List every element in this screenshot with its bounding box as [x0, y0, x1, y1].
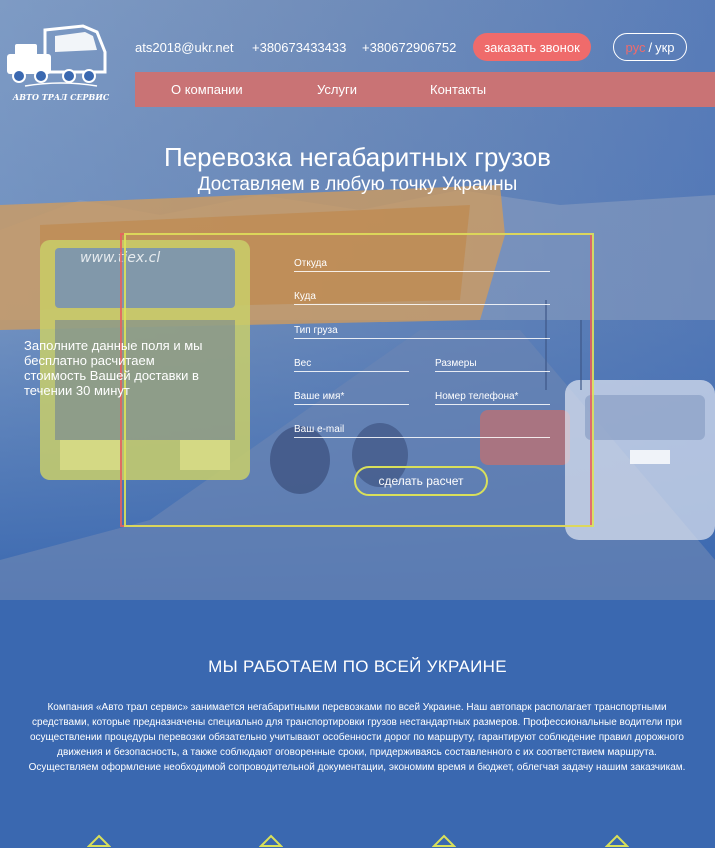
cargo-type-field-label: Тип груза: [294, 325, 338, 336]
company-logo[interactable]: АВТО ТРАЛ СЕРВИС: [5, 22, 117, 110]
main-navigation: О компании Услуги Контакты: [135, 72, 715, 107]
dimensions-field-label: Размеры: [435, 358, 477, 369]
dimensions-field[interactable]: Размеры: [435, 353, 550, 372]
nav-item-services[interactable]: Услуги: [317, 82, 357, 97]
lang-ru-link[interactable]: рус: [626, 40, 646, 55]
feature-diamond-icon-4: [605, 834, 629, 847]
feature-diamond-icon-3: [432, 834, 456, 847]
nav-item-contacts[interactable]: Контакты: [430, 82, 486, 97]
language-switcher: рус / укр: [613, 33, 687, 61]
callback-button[interactable]: заказать звонок: [473, 33, 591, 61]
feature-diamond-icon-2: [259, 834, 283, 847]
to-field-label: Куда: [294, 291, 316, 302]
form-intro-text: Заполните данные поля и мы бесплатно рас…: [24, 338, 203, 398]
lang-separator: /: [648, 39, 653, 55]
email-field[interactable]: Ваш e-mail: [294, 419, 550, 438]
weight-field[interactable]: Вес: [294, 353, 409, 372]
lang-uk-link[interactable]: укр: [655, 40, 674, 55]
email-field-label: Ваш e-mail: [294, 424, 345, 435]
hero-subtitle: Доставляем в любую точку Украины: [197, 174, 518, 195]
hero-title: Перевозка негабаритных грузов: [164, 142, 551, 172]
logo-caption: АВТО ТРАЛ СЕРВИС: [12, 92, 110, 102]
phone-link-2[interactable]: +380672906752: [362, 40, 456, 55]
phone-field-label: Номер телефона*: [435, 391, 519, 402]
nav-item-about[interactable]: О компании: [171, 82, 243, 97]
phone-link-1[interactable]: +380673433433: [252, 40, 346, 55]
name-field-label: Ваше имя*: [294, 391, 345, 402]
about-text: Компания «Авто трал сервис» занимается н…: [28, 702, 686, 773]
feature-diamond-icon-1: [87, 834, 111, 847]
email-link[interactable]: ats2018@ukr.net: [135, 40, 233, 55]
calculate-button[interactable]: сделать расчет: [354, 466, 488, 496]
weight-field-label: Вес: [294, 358, 312, 369]
truck-logo-icon: АВТО ТРАЛ СЕРВИС: [7, 24, 110, 102]
phone-field[interactable]: Номер телефона*: [435, 386, 550, 405]
name-field[interactable]: Ваше имя*: [294, 386, 409, 405]
from-field[interactable]: Откуда: [294, 253, 550, 272]
from-field-label: Откуда: [294, 258, 327, 269]
cargo-type-field[interactable]: Тип груза: [294, 320, 550, 339]
about-title: МЫ РАБОТАЕМ ПО ВСЕЙ УКРАИНЕ: [208, 657, 507, 676]
to-field[interactable]: Куда: [294, 286, 550, 305]
